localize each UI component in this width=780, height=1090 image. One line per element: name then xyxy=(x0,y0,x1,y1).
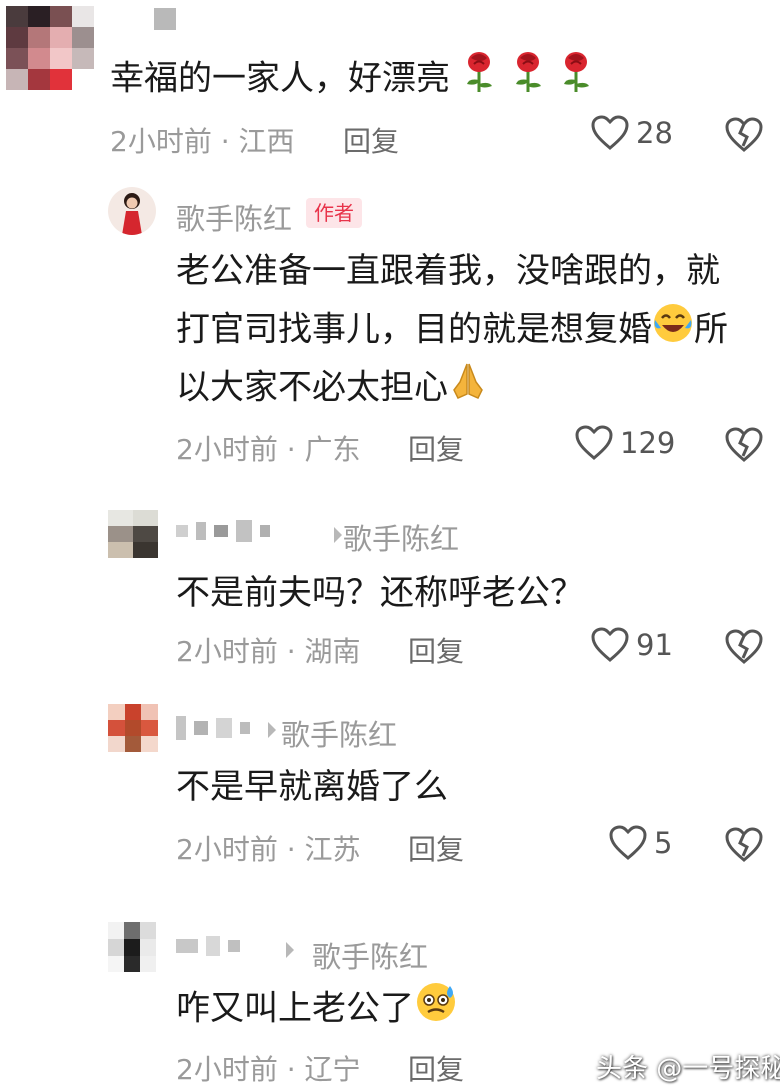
watermark: 头条 @一号探秘人 xyxy=(596,1054,780,1084)
avatar[interactable] xyxy=(6,6,94,90)
comment-text-line: 打官司找事儿，目的就是想复婚所 xyxy=(176,302,728,360)
comment-meta: 2小时前 · 辽宁 xyxy=(176,1053,361,1086)
blurred-username xyxy=(176,520,270,542)
heart-icon xyxy=(575,425,613,460)
rose-icon xyxy=(461,50,499,110)
comment-meta: 2小时前 · 湖南 xyxy=(176,635,361,668)
blurred-username xyxy=(176,716,250,740)
like-count: 5 xyxy=(654,826,673,860)
comment-meta: 2小时前 · 广东 xyxy=(176,433,361,466)
avatar[interactable] xyxy=(108,187,156,235)
broken-heart-icon xyxy=(725,827,763,862)
comment-text: 不是前夫吗？还称呼老公？ xyxy=(176,573,584,613)
comment-text: 不是早就离婚了么 xyxy=(176,767,448,807)
anxious-sweat-emoji-icon xyxy=(414,980,458,1040)
heart-icon xyxy=(591,115,629,150)
reply-to-username[interactable]: 歌手陈红 xyxy=(343,516,459,558)
dislike-button[interactable] xyxy=(724,628,764,670)
heart-icon xyxy=(591,627,629,662)
reply-button[interactable]: 回复 xyxy=(408,1048,464,1088)
reply-button[interactable]: 回复 xyxy=(408,428,464,468)
blurred-username xyxy=(176,936,240,956)
like-button[interactable]: 5 xyxy=(608,824,672,862)
rose-icon xyxy=(510,50,548,110)
reply-to-username[interactable]: 歌手陈红 xyxy=(281,712,397,754)
dislike-button[interactable] xyxy=(724,116,764,158)
username[interactable]: 歌手陈红 xyxy=(176,196,292,238)
reply-to-username[interactable]: 歌手陈红 xyxy=(312,934,428,976)
reply-button[interactable]: 回复 xyxy=(343,120,399,160)
reply-button[interactable]: 回复 xyxy=(408,828,464,868)
blurred-username xyxy=(154,8,176,30)
reply-arrow-icon xyxy=(268,722,276,738)
dislike-button[interactable] xyxy=(724,426,764,468)
comment-meta: 2小时前 · 江苏 xyxy=(176,833,361,866)
broken-heart-icon xyxy=(725,117,763,152)
like-count: 129 xyxy=(620,426,676,460)
broken-heart-icon xyxy=(725,427,763,462)
like-count: 28 xyxy=(636,116,673,150)
like-button[interactable]: 129 xyxy=(574,424,675,462)
reply-arrow-icon xyxy=(286,942,294,958)
avatar[interactable] xyxy=(108,704,158,752)
rose-icon xyxy=(558,50,596,110)
comment-text: 咋又叫上老公了 xyxy=(176,980,458,1040)
comment-text-line: 老公准备一直跟着我，没啥跟的，就 xyxy=(176,251,720,291)
like-count: 91 xyxy=(636,628,673,662)
author-badge: 作者 xyxy=(306,198,362,228)
laughing-crying-emoji-icon xyxy=(652,302,694,360)
reply-button[interactable]: 回复 xyxy=(408,630,464,670)
like-button[interactable]: 28 xyxy=(590,114,673,152)
comment-meta: 2小时前 · 江西 xyxy=(110,125,295,158)
praying-hands-icon xyxy=(448,360,488,418)
heart-icon xyxy=(609,825,647,860)
avatar[interactable] xyxy=(108,922,156,972)
comment-text-line: 以大家不必太担心 xyxy=(176,360,488,418)
like-button[interactable]: 91 xyxy=(590,626,673,664)
avatar[interactable] xyxy=(108,510,158,558)
comment-text: 幸福的一家人，好漂亮 xyxy=(110,50,596,110)
dislike-button[interactable] xyxy=(724,826,764,868)
broken-heart-icon xyxy=(725,629,763,664)
